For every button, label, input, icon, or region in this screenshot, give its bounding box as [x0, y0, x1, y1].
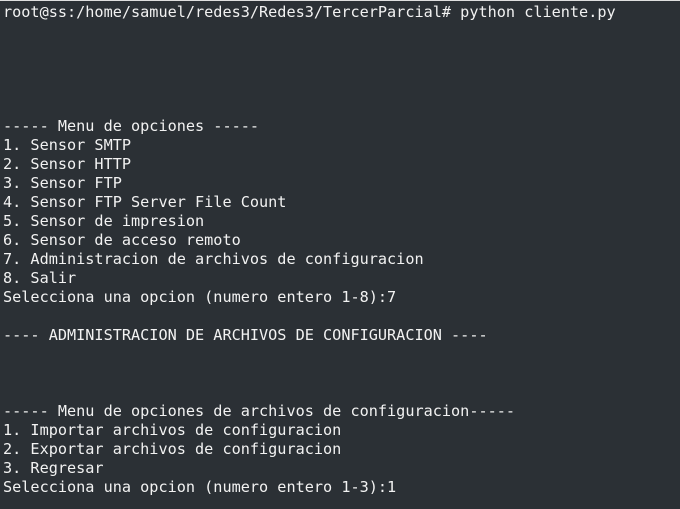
submenu-item-2: 2. Exportar archivos de configuracion	[3, 440, 342, 458]
menu-item-3: 3. Sensor FTP	[3, 174, 122, 192]
submenu-header: ----- Menu de opciones de archivos de co…	[3, 402, 516, 420]
section-title: ---- ADMINISTRACION DE ARCHIVOS DE CONFI…	[3, 326, 488, 344]
shell-command-line: root@ss:/home/samuel/redes3/Redes3/Terce…	[3, 3, 616, 21]
menu-item-7: 7. Administracion de archivos de configu…	[3, 250, 424, 268]
menu-item-5: 5. Sensor de impresion	[3, 212, 205, 230]
menu-item-2: 2. Sensor HTTP	[3, 155, 132, 173]
menu-item-1: 1. Sensor SMTP	[3, 136, 132, 154]
terminal-window[interactable]: root@ss:/home/samuel/redes3/Redes3/Terce…	[0, 0, 680, 509]
menu-item-6: 6. Sensor de acceso remoto	[3, 231, 241, 249]
menu-item-4: 4. Sensor FTP Server File Count	[3, 193, 287, 211]
submenu-item-3: 3. Regresar	[3, 459, 104, 477]
submenu-item-1: 1. Importar archivos de configuracion	[3, 421, 342, 439]
submenu-selection-prompt: Selecciona una opcion (numero entero 1-3…	[3, 478, 397, 496]
menu-selection-prompt: Selecciona una opcion (numero entero 1-8…	[3, 288, 397, 306]
window-top-border	[0, 0, 680, 1]
menu-header: ----- Menu de opciones -----	[3, 117, 260, 135]
menu-item-8: 8. Salir	[3, 269, 77, 287]
